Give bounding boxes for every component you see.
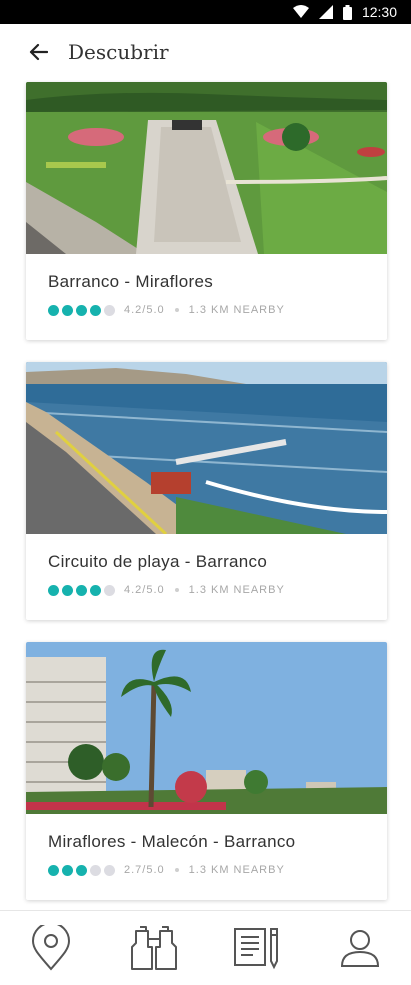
place-card[interactable]: Circuito de playa - Barranco 4.2/5.0 1.3… [26, 362, 387, 620]
distance-text: 1.3 km nearby [188, 584, 285, 596]
bottom-nav [0, 910, 411, 985]
place-title: Circuito de playa - Barranco [48, 552, 268, 571]
place-card[interactable]: Barranco - Miraflores 4.2/5.0 1.3 km nea… [26, 82, 387, 340]
place-photo [26, 82, 387, 254]
distance-text: 1.3 km nearby [188, 864, 285, 876]
nav-profile-button[interactable] [330, 918, 390, 978]
location-pin-icon [32, 925, 71, 971]
rating-dots [48, 584, 118, 596]
rating-dots [48, 864, 118, 876]
profile-icon [340, 930, 379, 967]
places-list[interactable]: Barranco - Miraflores 4.2/5.0 1.3 km nea… [0, 80, 411, 910]
rating-text: 2.7/5.0 [124, 864, 165, 876]
clock-time: 12:30 [361, 4, 397, 20]
page-title: Descubrir [68, 40, 169, 64]
rating-dot [90, 864, 101, 876]
nav-discover-button[interactable] [124, 918, 184, 978]
battery-icon [342, 4, 352, 20]
rating-dot [104, 304, 115, 316]
binoculars-icon [131, 926, 178, 970]
place-title: Miraflores - Malecón - Barranco [48, 832, 296, 851]
place-photo [26, 362, 387, 534]
rating-dot [48, 864, 59, 876]
place-meta: 4.2/5.0 1.3 km nearby [48, 304, 365, 316]
rating-dot [104, 584, 115, 596]
place-photo [26, 642, 387, 814]
status-bar: 12:30 [0, 0, 411, 24]
rating-dot [104, 864, 115, 876]
separator-dot [174, 588, 179, 592]
rating-dots [48, 304, 118, 316]
nav-notes-button[interactable] [227, 918, 287, 978]
place-title: Barranco - Miraflores [48, 272, 214, 291]
rating-dot [76, 864, 87, 876]
signal-icon [318, 5, 333, 19]
distance-text: 1.3 km nearby [188, 304, 285, 316]
rating-text: 4.2/5.0 [124, 584, 165, 596]
separator-dot [174, 308, 179, 312]
rating-dot [48, 304, 59, 316]
rating-dot [62, 864, 73, 876]
rating-dot [48, 584, 59, 596]
rating-dot [76, 304, 87, 316]
app-bar: Descubrir [0, 24, 411, 80]
rating-dot [62, 304, 73, 316]
rating-dot [76, 584, 87, 596]
rating-dot [90, 584, 101, 596]
rating-text: 4.2/5.0 [124, 304, 165, 316]
notes-icon [233, 928, 278, 970]
rating-dot [90, 304, 101, 316]
back-button[interactable] [26, 40, 50, 64]
place-meta: 4.2/5.0 1.3 km nearby [48, 584, 365, 596]
wifi-icon [292, 5, 309, 19]
place-card[interactable]: Miraflores - Malecón - Barranco 2.7/5.0 … [26, 642, 387, 900]
rating-dot [62, 584, 73, 596]
arrow-left-icon [29, 43, 48, 61]
place-meta: 2.7/5.0 1.3 km nearby [48, 864, 365, 876]
nav-map-button[interactable] [21, 918, 81, 978]
separator-dot [174, 868, 179, 872]
